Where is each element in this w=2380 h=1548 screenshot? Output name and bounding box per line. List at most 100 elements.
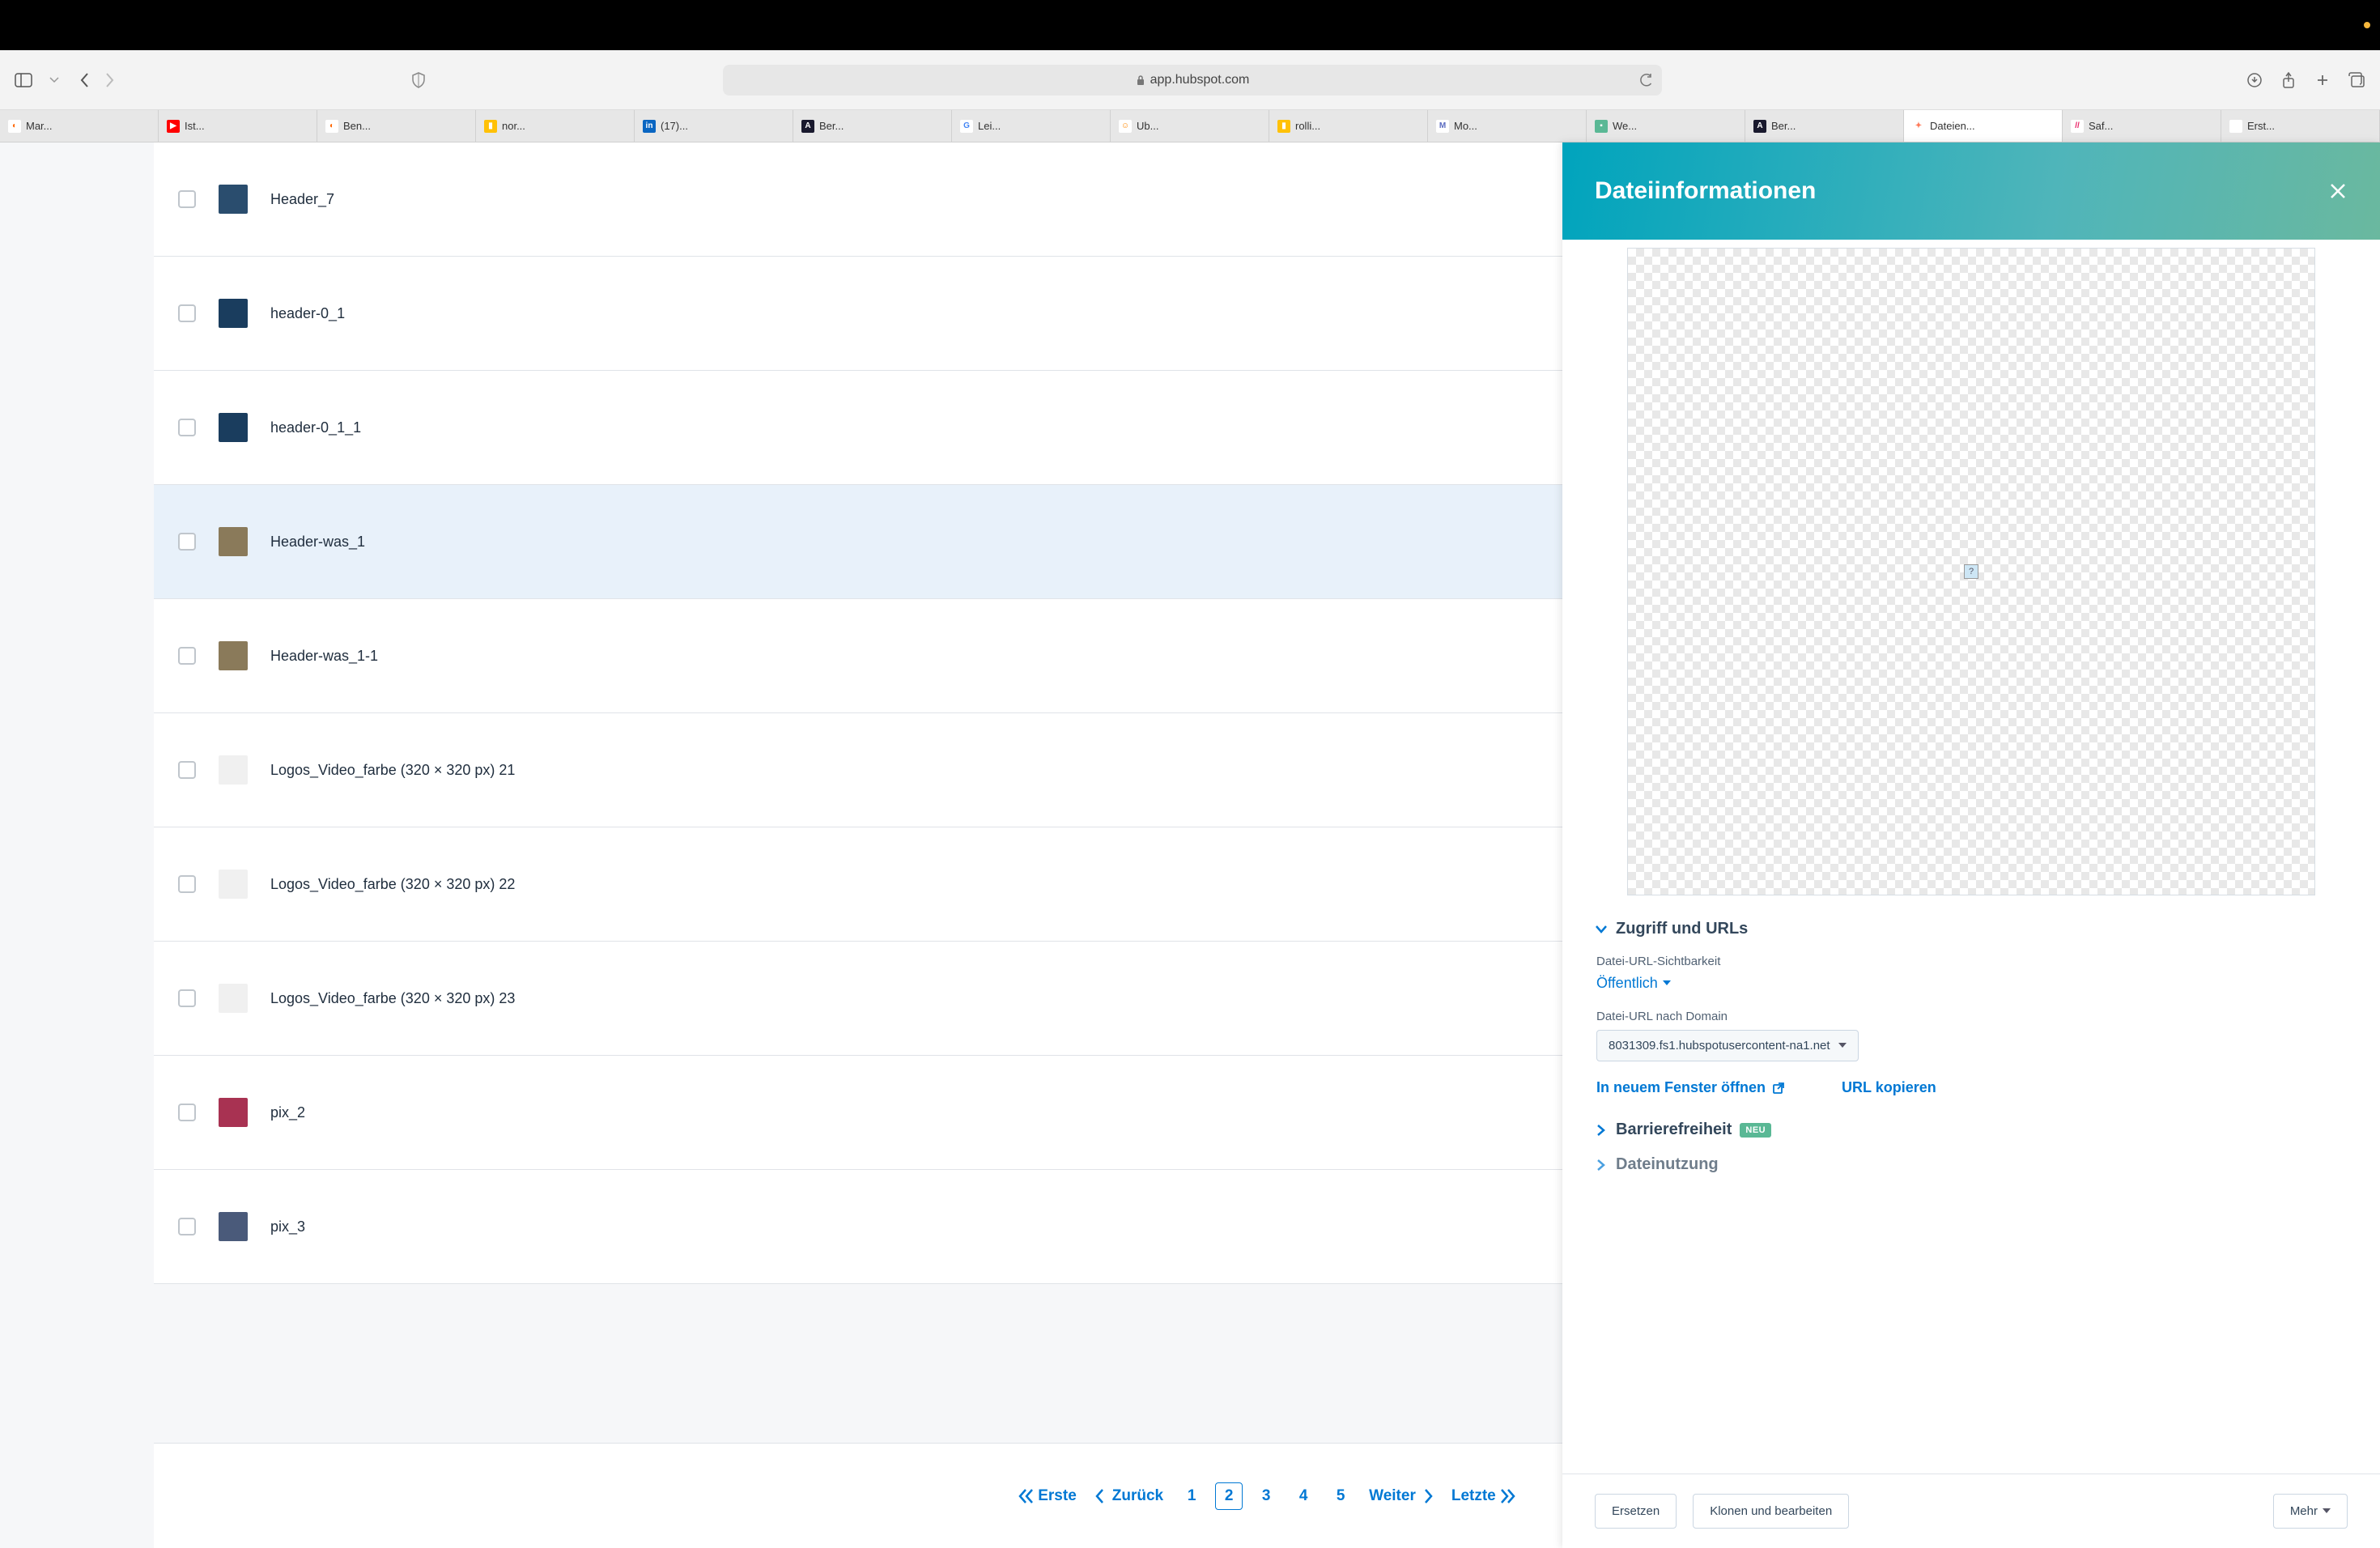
row-checkbox[interactable] (178, 533, 196, 551)
page-last[interactable]: Letzte (1451, 1487, 1517, 1505)
page-number[interactable]: 5 (1327, 1482, 1354, 1510)
row-checkbox[interactable] (178, 304, 196, 322)
file-name[interactable]: header-0_1 (270, 305, 345, 322)
browser-tab[interactable]: // Saf... (2063, 110, 2221, 142)
file-thumbnail (219, 185, 248, 214)
browser-tab[interactable]: ▮nor... (476, 110, 635, 142)
browser-tab[interactable]: GLei... (952, 110, 1111, 142)
page-number[interactable]: 2 (1215, 1482, 1243, 1510)
file-thumbnail (219, 984, 248, 1013)
shield-icon[interactable] (408, 70, 429, 91)
file-thumbnail (219, 641, 248, 670)
favicon: in (643, 120, 656, 133)
tab-label: Saf... (2089, 120, 2113, 132)
forward-button[interactable] (99, 70, 120, 91)
broken-image-icon: ? (1964, 564, 1978, 579)
chevron-down-icon[interactable] (44, 70, 65, 91)
more-button[interactable]: Mehr (2273, 1494, 2348, 1529)
panel-body: ? Zugriff und URLs Datei-URL-Sichtbarkei… (1562, 240, 2380, 1474)
page-number[interactable]: 1 (1178, 1482, 1205, 1510)
browser-toolbar: app.hubspot.com (0, 50, 2380, 110)
close-icon[interactable] (2328, 181, 2348, 201)
page-number[interactable]: 4 (1290, 1482, 1317, 1510)
browser-tab[interactable]: ABer... (793, 110, 952, 142)
open-new-window-link[interactable]: In neuem Fenster öffnen (1596, 1079, 1785, 1096)
tab-strip: ◐Mar...▶Ist...◐Ben...▮nor...in(17)...ABe… (0, 110, 2380, 142)
browser-tab[interactable]: A Ber... (1745, 110, 1904, 142)
caret-down-icon (1663, 980, 1671, 986)
row-checkbox[interactable] (178, 1104, 196, 1121)
row-checkbox[interactable] (178, 419, 196, 436)
row-checkbox[interactable] (178, 1218, 196, 1235)
favicon: A (1753, 120, 1766, 133)
file-name[interactable]: Logos_Video_farbe (320 × 320 px) 21 (270, 762, 515, 779)
external-link-icon (1772, 1082, 1785, 1095)
browser-tab[interactable]: ☺Ub... (1111, 110, 1269, 142)
favicon: M (1436, 120, 1449, 133)
tab-overview-icon[interactable] (2346, 70, 2367, 91)
page-content: Header_7Öffentlichheader-0_1Öffentlichhe… (0, 142, 2380, 1548)
browser-tab[interactable]: MMo... (1428, 110, 1587, 142)
page-next[interactable]: Weiter (1369, 1487, 1437, 1505)
browser-tab[interactable]: ▶Ist... (159, 110, 317, 142)
browser-tab[interactable]: ◐ Mar... (0, 110, 159, 142)
tab-label: Mar... (26, 120, 53, 132)
refresh-icon[interactable] (1639, 73, 1654, 87)
favicon: // (2071, 120, 2084, 133)
file-name[interactable]: Header-was_1-1 (270, 648, 378, 665)
favicon: ◐ (325, 120, 338, 133)
section-access-urls[interactable]: Zugriff und URLs (1595, 920, 2348, 938)
lock-icon (1136, 74, 1145, 86)
browser-tab[interactable]: in(17)... (635, 110, 793, 142)
window-titlebar (0, 0, 2380, 50)
file-name[interactable]: Logos_Video_farbe (320 × 320 px) 23 (270, 990, 515, 1007)
file-thumbnail (219, 1212, 248, 1241)
file-name[interactable]: header-0_1_1 (270, 419, 361, 436)
clone-edit-button[interactable]: Klonen und bearbeiten (1693, 1494, 1849, 1529)
page-first[interactable]: Erste (1017, 1487, 1077, 1505)
back-button[interactable] (74, 70, 96, 91)
panel-header: Dateiinformationen (1562, 142, 2380, 240)
copy-url-link[interactable]: URL kopieren (1842, 1079, 1936, 1096)
section-accessibility[interactable]: Barrierefreiheit NEU (1595, 1121, 2348, 1139)
tab-label: Ber... (819, 120, 844, 132)
sidebar-toggle-icon[interactable] (13, 70, 34, 91)
page-prev[interactable]: Zurück (1091, 1487, 1163, 1505)
url-text: app.hubspot.com (1150, 73, 1250, 87)
new-tab-icon[interactable] (2312, 70, 2333, 91)
replace-button[interactable]: Ersetzen (1595, 1494, 1677, 1529)
file-thumbnail (219, 870, 248, 899)
browser-tab[interactable]: ✦Dateien... (1904, 110, 2063, 142)
browser-tab[interactable]: ▮rolli... (1269, 110, 1428, 142)
tab-label: Dateien... (1930, 120, 1975, 132)
section-file-usage[interactable]: Dateinutzung (1595, 1155, 2348, 1174)
row-checkbox[interactable] (178, 190, 196, 208)
file-name[interactable]: pix_2 (270, 1104, 305, 1121)
tab-label: Ber... (1771, 120, 1796, 132)
browser-tab[interactable]: ▪We... (1587, 110, 1745, 142)
share-icon[interactable] (2278, 70, 2299, 91)
panel-footer: Ersetzen Klonen und bearbeiten Mehr (1562, 1474, 2380, 1548)
file-name[interactable]: Header-was_1 (270, 534, 365, 551)
file-preview: ? (1627, 248, 2315, 895)
favicon: ▶ (167, 120, 180, 133)
favicon: ◐ (8, 120, 21, 133)
row-checkbox[interactable] (178, 761, 196, 779)
row-checkbox[interactable] (178, 989, 196, 1007)
caret-down-icon (1838, 1043, 1847, 1048)
row-checkbox[interactable] (178, 875, 196, 893)
url-domain-label: Datei-URL nach Domain (1596, 1010, 2348, 1023)
file-name[interactable]: Logos_Video_farbe (320 × 320 px) 22 (270, 876, 515, 893)
browser-tab[interactable]: Erst... (2221, 110, 2380, 142)
favicon: ▮ (484, 120, 497, 133)
file-name[interactable]: pix_3 (270, 1218, 305, 1235)
url-domain-select[interactable]: 8031309.fs1.hubspotusercontent-na1.net (1596, 1030, 1859, 1061)
browser-tab[interactable]: ◐Ben... (317, 110, 476, 142)
page-number[interactable]: 3 (1252, 1482, 1280, 1510)
address-bar[interactable]: app.hubspot.com (723, 65, 1662, 96)
file-thumbnail (219, 755, 248, 785)
downloads-icon[interactable] (2244, 70, 2265, 91)
row-checkbox[interactable] (178, 647, 196, 665)
file-name[interactable]: Header_7 (270, 191, 334, 208)
url-visibility-dropdown[interactable]: Öffentlich (1596, 975, 1671, 992)
